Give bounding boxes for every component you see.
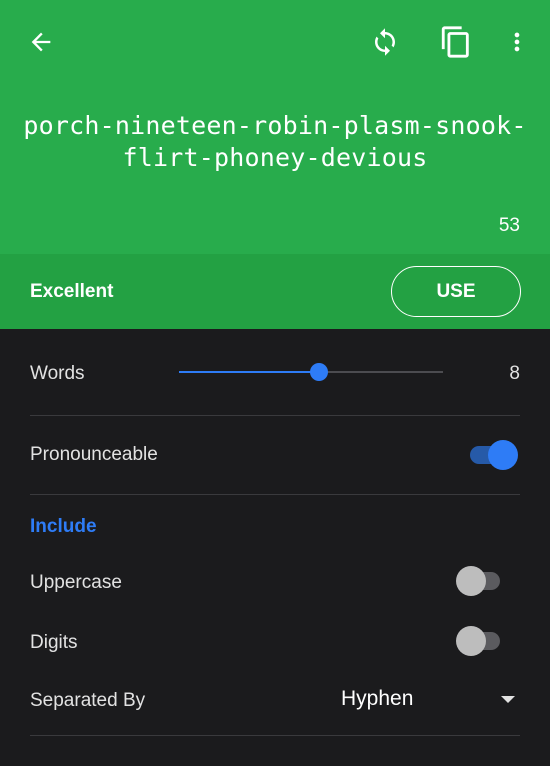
- more-options-button[interactable]: [495, 20, 539, 64]
- toggle-knob: [456, 626, 486, 656]
- toggle-knob: [488, 440, 518, 470]
- include-section-title: Include: [30, 516, 97, 537]
- separator-value: Hyphen: [341, 687, 414, 710]
- separator-dropdown[interactable]: Hyphen: [340, 684, 520, 716]
- password-length: 53: [498, 215, 520, 236]
- dropdown-arrow-icon: [501, 696, 515, 703]
- copy-button[interactable]: [434, 20, 478, 64]
- regenerate-button[interactable]: [363, 20, 407, 64]
- back-button[interactable]: [19, 20, 63, 64]
- words-label: Words: [30, 363, 85, 384]
- strength-label: Excellent: [30, 281, 114, 302]
- divider: [30, 415, 520, 416]
- words-slider-thumb[interactable]: [309, 363, 328, 381]
- back-arrow-icon: [31, 32, 51, 52]
- pronounceable-label: Pronounceable: [30, 444, 158, 465]
- use-button[interactable]: USE: [391, 266, 521, 317]
- toggle-knob: [456, 566, 486, 596]
- divider: [30, 735, 520, 736]
- password-header: porch-nineteen-robin-plasm-snook-flirt-p…: [0, 0, 550, 254]
- settings-panel: Words 8 Pronounceable Include Uppercase …: [0, 329, 550, 766]
- words-slider-fill: [179, 371, 319, 373]
- uppercase-label: Uppercase: [30, 572, 122, 593]
- words-slider[interactable]: [179, 363, 443, 381]
- copy-icon: [441, 26, 469, 58]
- words-value: 8: [509, 363, 520, 384]
- digits-label: Digits: [30, 632, 78, 653]
- divider: [30, 494, 520, 495]
- uppercase-toggle[interactable]: [456, 565, 506, 596]
- generated-password[interactable]: porch-nineteen-robin-plasm-snook-flirt-p…: [22, 110, 528, 174]
- digits-toggle[interactable]: [456, 625, 506, 656]
- pronounceable-toggle[interactable]: [466, 439, 518, 470]
- refresh-icon: [375, 28, 395, 56]
- strength-bar: Excellent USE: [0, 254, 550, 329]
- separator-label: Separated By: [30, 690, 146, 711]
- more-vert-icon: [514, 32, 520, 52]
